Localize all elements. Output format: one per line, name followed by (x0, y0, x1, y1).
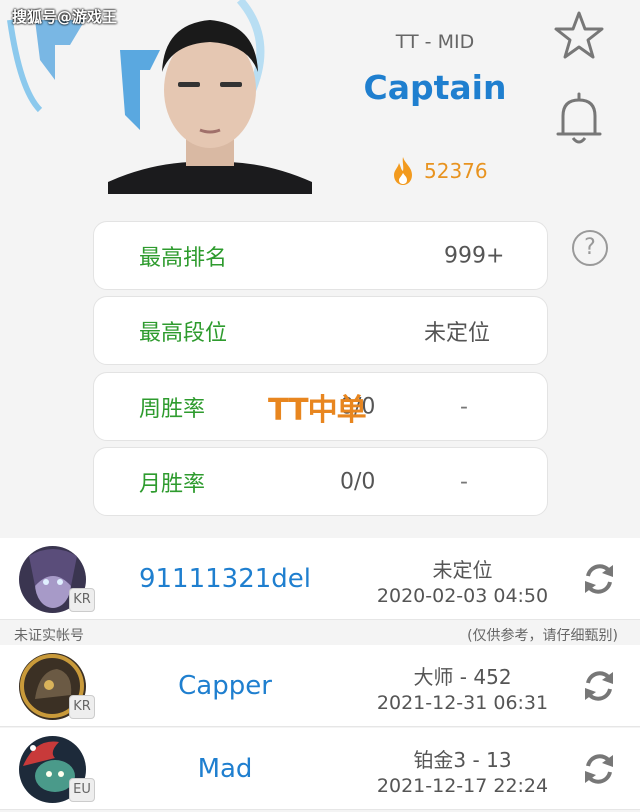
overlay-caption: TT中单 (268, 393, 367, 428)
stat-label: 最高排名 (139, 245, 228, 271)
stat-value: 999+ (444, 243, 505, 268)
account-name[interactable]: Mad (120, 754, 330, 784)
stat-card-highest-rank: 最高排名 999+ (93, 221, 548, 290)
account-rank: 铂金3 - 13 (413, 748, 512, 772)
heat-value: 52376 (424, 159, 488, 183)
heat-score: 52376 (390, 156, 488, 186)
star-icon[interactable] (553, 10, 605, 62)
list-item[interactable]: KR Capper 大师 - 452 2021-12-31 06:31 (0, 645, 640, 727)
fire-icon (394, 157, 412, 185)
player-portrait (108, 20, 312, 194)
stat-label: 月胜率 (139, 471, 206, 497)
stat-label: 周胜率 (139, 396, 206, 422)
team-role: TT - MID (395, 31, 475, 53)
account-name[interactable]: Capper (120, 671, 330, 701)
stat-card-monthly-winrate: 月胜率 0/0 - (93, 447, 548, 516)
list-item[interactable]: EU Mad 铂金3 - 13 2021-12-17 22:24 (0, 728, 640, 810)
help-icon[interactable]: ? (572, 230, 608, 266)
refresh-icon[interactable] (580, 560, 618, 598)
stat-value: 0/0 (340, 469, 376, 494)
watermark: 搜狐号@游戏王 (12, 8, 118, 26)
region-badge: EU (69, 778, 95, 802)
stat-extra: - (460, 469, 468, 494)
refresh-icon[interactable] (580, 667, 618, 705)
bell-icon[interactable] (553, 92, 605, 148)
note-right: (仅供参考，请仔细甄别) (467, 628, 618, 644)
unverified-note: 未证实帐号 (仅供参考，请仔细甄别) (0, 621, 640, 645)
account-rank: 大师 - 452 (413, 665, 512, 689)
account-name[interactable]: 91111321del (120, 564, 330, 594)
account-time: 2020-02-03 04:50 (376, 585, 549, 607)
region-badge: KR (69, 695, 95, 719)
stat-extra: - (460, 394, 468, 419)
account-time: 2021-12-31 06:31 (376, 692, 549, 714)
stat-value: 未定位 (424, 320, 491, 346)
list-item[interactable]: KR 91111321del 未定位 2020-02-03 04:50 (0, 538, 640, 620)
note-left: 未证实帐号 (14, 628, 84, 644)
account-rank: 未定位 (432, 558, 493, 582)
region-badge: KR (69, 588, 95, 612)
stat-card-highest-tier: 最高段位 未定位 (93, 296, 548, 365)
player-name: Captain (363, 68, 507, 107)
account-time: 2021-12-17 22:24 (376, 775, 549, 797)
player-header: TT - MID Captain 52376 (0, 0, 640, 215)
stat-label: 最高段位 (139, 320, 228, 346)
refresh-icon[interactable] (580, 750, 618, 788)
